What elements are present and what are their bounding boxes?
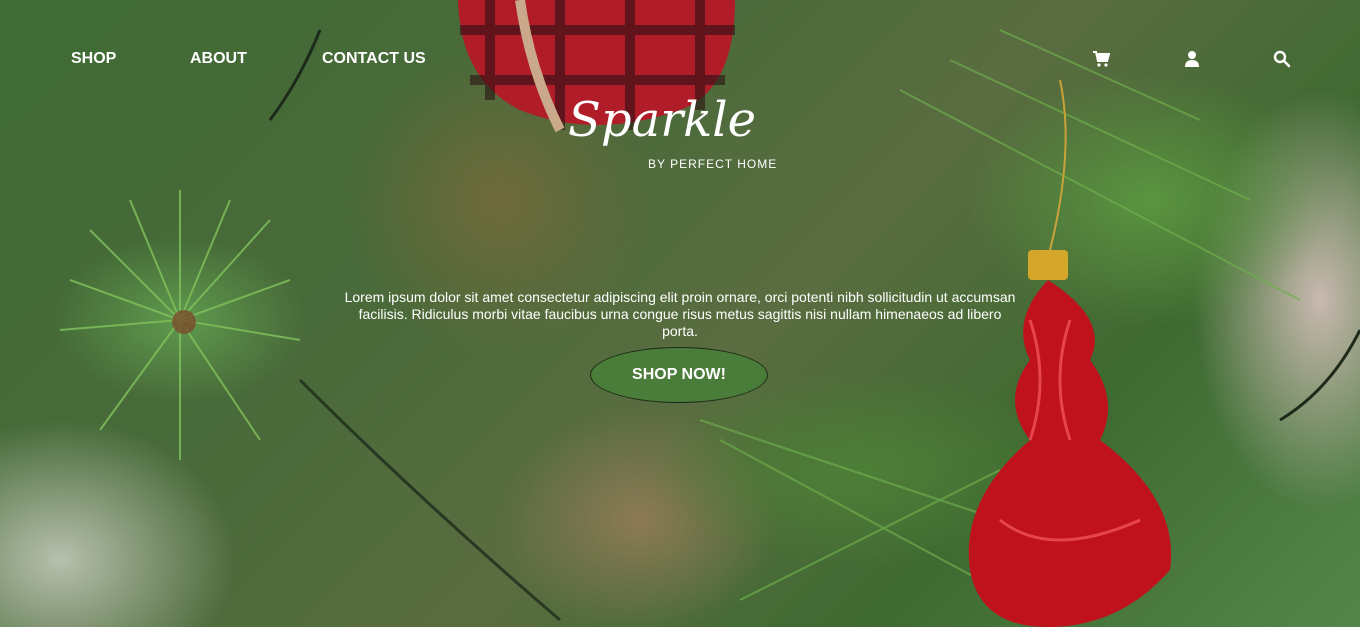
user-icon[interactable] bbox=[1183, 50, 1201, 68]
red-ornament bbox=[968, 79, 1172, 627]
nav-shop[interactable]: SHOP bbox=[71, 50, 116, 68]
nav-about[interactable]: ABOUT bbox=[190, 50, 247, 68]
cart-icon[interactable] bbox=[1092, 50, 1111, 68]
hero-section: SHOP ABOUT CONTACT US Sparkle BY PERFECT… bbox=[0, 0, 1360, 627]
logo-subtitle: BY PERFECT HOME bbox=[648, 157, 777, 171]
hero-description: Lorem ipsum dolor sit amet consectetur a… bbox=[344, 289, 1016, 339]
sparkle-logo: Sparkle BY PERFECT HOME bbox=[568, 92, 777, 171]
logo-wordmark: Sparkle bbox=[568, 92, 756, 148]
search-icon[interactable] bbox=[1273, 50, 1291, 68]
nav-contact-us[interactable]: CONTACT US bbox=[322, 50, 426, 68]
shop-now-button[interactable]: SHOP NOW! bbox=[590, 347, 768, 403]
